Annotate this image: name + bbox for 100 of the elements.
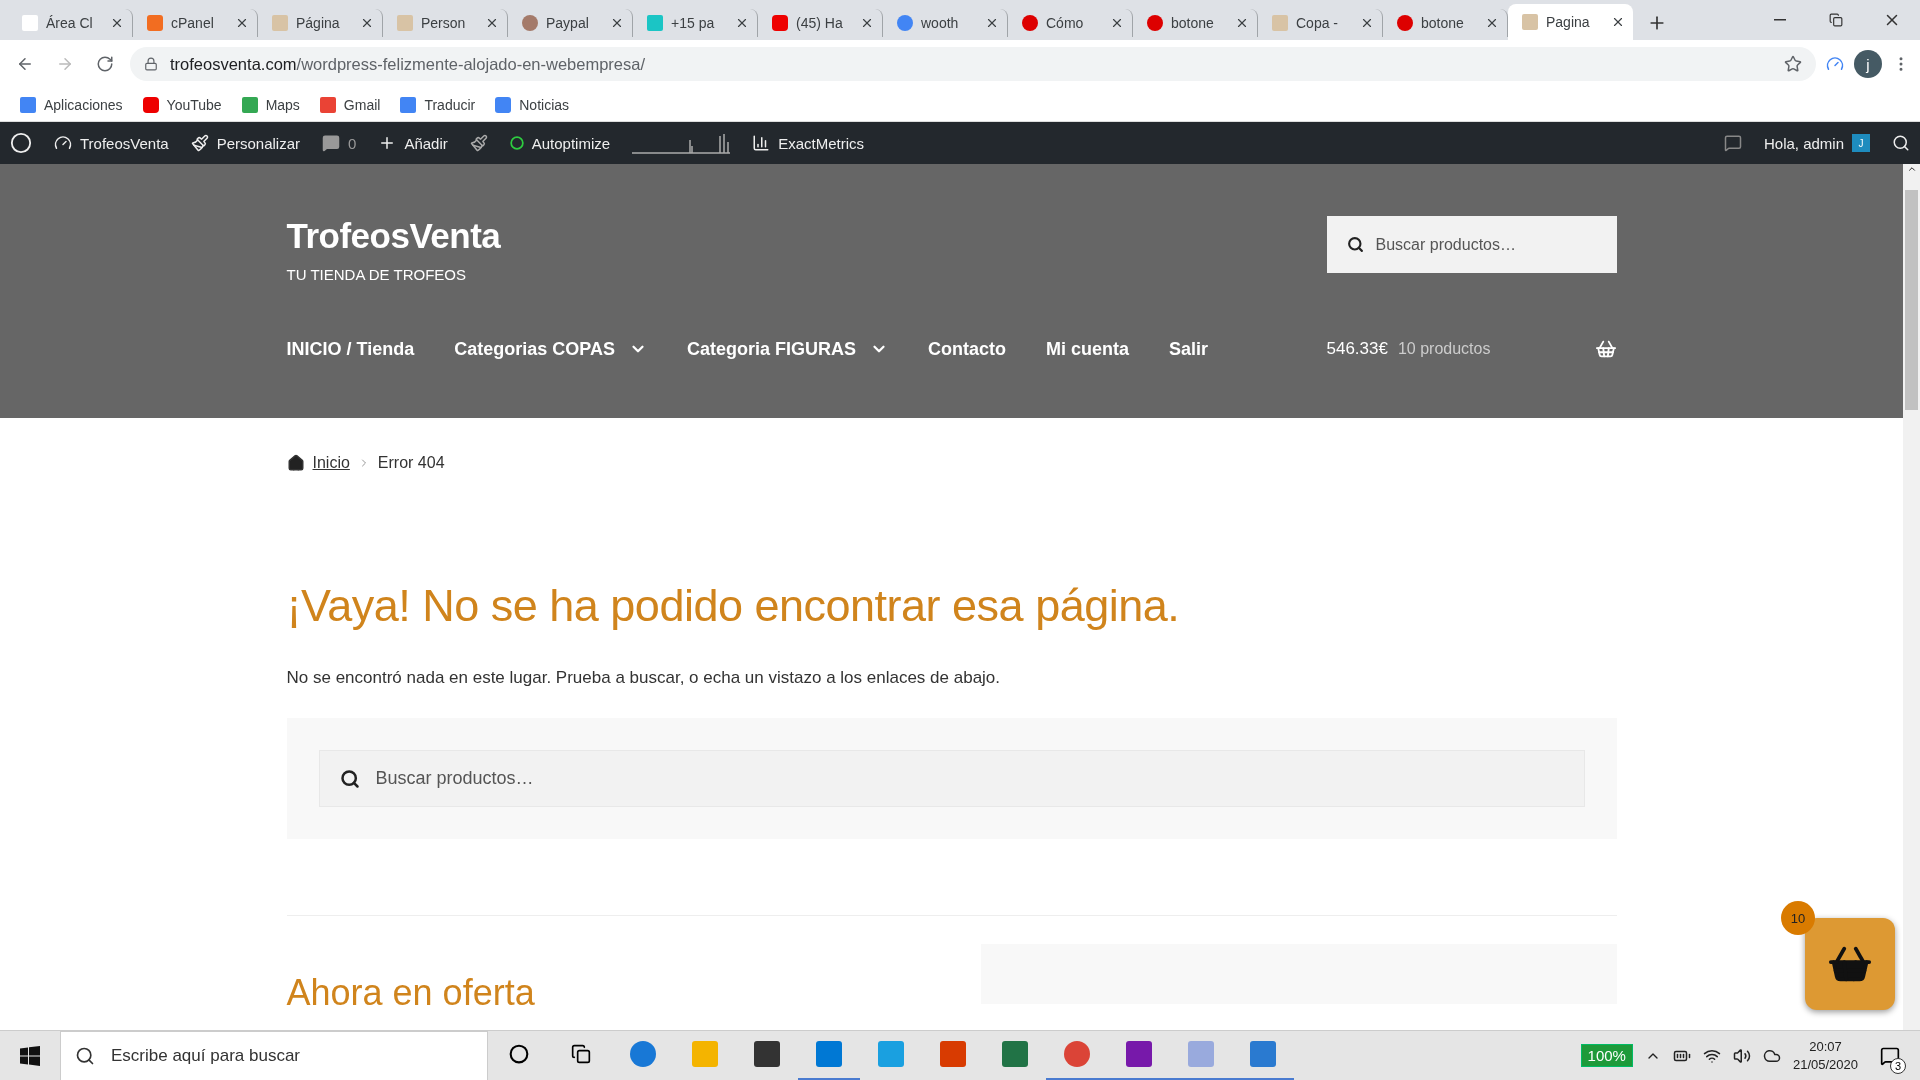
favicon-icon (1272, 15, 1288, 31)
close-icon[interactable] (1235, 16, 1249, 30)
customize-link[interactable]: Personalizar (190, 134, 301, 152)
close-icon[interactable] (235, 16, 249, 30)
close-icon[interactable] (610, 16, 624, 30)
app-icon (1188, 1041, 1214, 1067)
dashboard-icon (54, 134, 72, 152)
search-field[interactable]: Buscar productos… (1326, 216, 1617, 273)
app-icon (692, 1041, 718, 1067)
site-tagline: TU TIENDA DE TROFEOS (286, 266, 467, 283)
favicon-icon (772, 15, 788, 31)
browser-tab[interactable]: Área Cl (8, 9, 133, 37)
site-name-link[interactable]: TrofeosVenta (54, 134, 169, 152)
nav-link[interactable]: Categorias COPAS (454, 338, 647, 360)
star-icon[interactable] (1784, 55, 1802, 73)
scroll-up-icon[interactable] (1906, 164, 1917, 174)
favicon-icon (647, 15, 663, 31)
notification-button[interactable]: 3 (1870, 1035, 1910, 1076)
browser-tab[interactable]: Página (258, 9, 383, 37)
close-icon[interactable] (360, 16, 374, 30)
autoptimize-link[interactable]: Autoptimize (509, 134, 611, 152)
bookmark-link[interactable]: Aplicaciones (20, 96, 123, 113)
close-icon[interactable] (1360, 16, 1374, 30)
browser-tab[interactable]: wooth (883, 9, 1008, 37)
search-icon[interactable] (1892, 134, 1910, 152)
search-icon (75, 1045, 95, 1066)
close-icon[interactable] (110, 16, 124, 30)
close-icon[interactable] (985, 16, 999, 30)
scrollbar-thumb[interactable] (1905, 190, 1918, 410)
browser-tab[interactable]: Paypal (508, 9, 633, 37)
cart-count-badge: 10 (1781, 901, 1815, 935)
close-icon[interactable] (1110, 16, 1124, 30)
browser-tab[interactable]: botone (1133, 9, 1258, 37)
favicon-icon (272, 15, 288, 31)
bookmark-link[interactable]: Gmail (319, 96, 381, 113)
circle-icon (509, 1044, 529, 1064)
floating-cart-button[interactable] (1805, 918, 1895, 1010)
profile-avatar[interactable]: j (1854, 50, 1882, 78)
basket-icon (1594, 338, 1617, 360)
favicon-icon (1522, 14, 1538, 30)
error-heading: ¡Vaya! No se ha podido encontrar esa página. (286, 580, 1181, 632)
address-bar[interactable]: trofeosventa.com/wordpress-felizmente-alojado-en-webempresa/ (130, 47, 1816, 81)
app-icon (630, 1041, 656, 1067)
nav-link[interactable]: Salir (1168, 338, 1208, 360)
site-title[interactable]: TrofeosVenta (286, 216, 501, 256)
close-icon[interactable] (1611, 15, 1625, 29)
browser-tab[interactable]: +15 pa (633, 9, 758, 37)
favicon-icon (1147, 15, 1163, 31)
brush-icon (190, 134, 209, 152)
bookmark-link[interactable]: Traducir (400, 96, 476, 113)
bookmark-icon (495, 96, 512, 113)
close-icon[interactable] (1485, 16, 1499, 30)
close-icon[interactable] (485, 16, 499, 30)
notification-icon[interactable] (1723, 134, 1742, 152)
favicon-icon (397, 15, 413, 31)
exactmetrics-link[interactable]: ExactMetrics (752, 134, 864, 152)
breadcrumb-link[interactable]: Inicio (312, 454, 350, 472)
nav-link[interactable]: INICIO / Tienda (286, 338, 415, 360)
search-field[interactable]: Buscar productos… (318, 750, 1585, 807)
comments-link[interactable]: 0 (322, 134, 357, 152)
task-view-icon (571, 1044, 591, 1064)
search-icon (1346, 236, 1364, 253)
restore-icon (1829, 13, 1843, 27)
bookmark-link[interactable]: Maps (241, 96, 300, 113)
bookmark-link[interactable]: Noticias (495, 96, 570, 113)
browser-tab[interactable]: cPanel (133, 9, 258, 37)
browser-tab[interactable]: Cómo (1008, 9, 1133, 37)
add-new-link[interactable]: Añadir (378, 134, 448, 152)
favicon-icon (147, 15, 163, 31)
volume-icon[interactable] (1732, 1046, 1751, 1065)
close-icon[interactable] (735, 16, 749, 30)
nav-link[interactable]: Contacto (927, 338, 1006, 360)
favicon-icon (1022, 15, 1038, 31)
bookmark-icon (142, 96, 159, 113)
breadcrumb-current: Error 404 (377, 454, 445, 472)
app-icon (1064, 1041, 1090, 1067)
lock-icon (144, 57, 158, 71)
error-message: No se encontró nada en este lugar. Prueba a buscar, o echa un vistazo a los enlaces de abajo. (286, 668, 1002, 688)
taskbar-search-field[interactable]: Escribe aquí para buscar (60, 1030, 488, 1080)
close-icon[interactable] (860, 16, 874, 30)
bookmark-link[interactable]: YouTube (142, 96, 222, 113)
browser-tab[interactable]: Pagina (1508, 4, 1633, 40)
app-icon (940, 1041, 966, 1067)
comment-icon (322, 134, 341, 152)
browser-tab[interactable]: Person (383, 9, 508, 37)
favicon-icon (1397, 15, 1413, 31)
section-heading: Ahora en oferta (286, 972, 535, 1014)
cart-link[interactable]: 546.33€ 10 productos (1326, 338, 1617, 360)
account-link[interactable]: Hola, admin J (1763, 134, 1870, 152)
nav-link[interactable]: Mi cuenta (1045, 338, 1129, 360)
favicon-icon (522, 15, 538, 31)
bookmark-icon (241, 96, 258, 113)
bookmark-icon (319, 96, 336, 113)
nav-link[interactable]: Categoria FIGURAS (686, 338, 888, 360)
minimize-icon (1774, 19, 1786, 21)
browser-tab[interactable]: Copa - (1258, 9, 1383, 37)
clock[interactable]: 20:07 21/05/2020 (1792, 1037, 1858, 1074)
browser-tab[interactable]: (45) Ha (758, 9, 883, 37)
favicon-icon (897, 15, 913, 31)
url-text: trofeosventa.com/wordpress-felizmente-alojado-en-webempresa/ (170, 54, 646, 74)
